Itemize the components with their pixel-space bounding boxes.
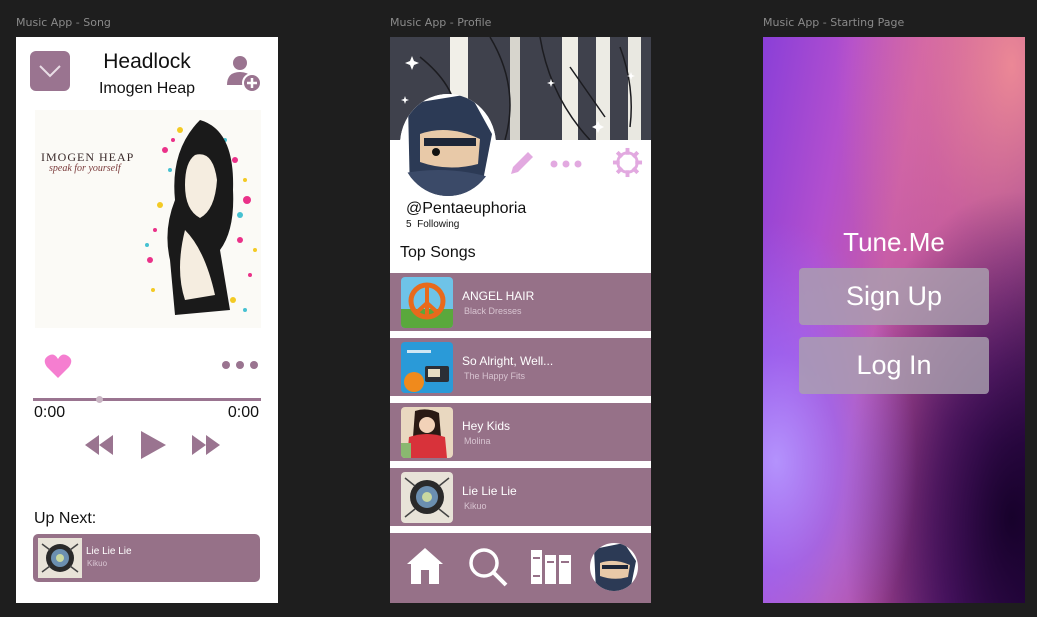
log-in-button[interactable]: Log In: [799, 337, 989, 394]
rewind-icon[interactable]: [84, 434, 114, 456]
settings-gear-icon[interactable]: [612, 147, 643, 178]
album-art: IMOGEN HEAP speak for yourself: [35, 110, 261, 328]
frame-label-start: Music App - Starting Page: [763, 16, 905, 29]
following-number: 5: [406, 219, 412, 230]
up-next-artist: Kikuo: [87, 559, 108, 568]
up-next-label: Up Next:: [34, 510, 97, 527]
up-next-title: Lie Lie Lie: [86, 546, 132, 557]
home-icon[interactable]: [405, 546, 445, 586]
profile-screen: @Pentaeuphoria 5 Following Top Songs ANG…: [390, 37, 651, 603]
song-thumbnail: [401, 277, 453, 328]
frame-label-profile: Music App - Profile: [390, 16, 492, 29]
album-text-2: speak for yourself: [49, 163, 121, 174]
song-artist: Black Dresses: [464, 306, 522, 316]
song-thumbnail: [401, 342, 453, 393]
search-icon[interactable]: [467, 546, 509, 588]
more-icon[interactable]: [221, 359, 259, 371]
top-song-row[interactable]: ANGEL HAIR Black Dresses: [390, 273, 651, 331]
song-title: So Alright, Well...: [462, 354, 554, 368]
time-elapsed: 0:00: [34, 404, 66, 421]
heart-icon[interactable]: [44, 353, 72, 379]
song-thumbnail: [401, 407, 453, 458]
up-next-card[interactable]: Lie Lie Lie Kikuo: [33, 534, 260, 582]
add-user-icon: [227, 56, 262, 93]
library-icon[interactable]: [530, 549, 572, 585]
song-screen: Headlock Imogen Heap IMOGEN HEAP speak f…: [16, 37, 278, 603]
top-song-row[interactable]: Lie Lie Lie Kikuo: [390, 468, 651, 526]
progress-bar[interactable]: [33, 398, 261, 401]
profile-avatar[interactable]: [590, 543, 638, 591]
frame-label-song: Music App - Song: [16, 16, 111, 29]
following-label: Following: [417, 219, 460, 230]
following-count[interactable]: 5 Following: [406, 219, 459, 230]
song-thumbnail: [401, 472, 453, 523]
play-icon[interactable]: [139, 430, 167, 460]
song-artist: The Happy Fits: [464, 371, 526, 381]
profile-avatar-large[interactable]: [400, 94, 496, 196]
top-song-row[interactable]: So Alright, Well... The Happy Fits: [390, 338, 651, 396]
app-name: Tune.Me: [843, 227, 945, 257]
top-song-row[interactable]: Hey Kids Molina: [390, 403, 651, 461]
add-user-button[interactable]: [224, 53, 264, 93]
up-next-thumbnail: [38, 538, 82, 578]
start-screen: Tune.Me Sign Up Log In: [763, 37, 1025, 603]
profile-username: @Pentaeuphoria: [406, 200, 527, 217]
edit-profile-icon[interactable]: [508, 149, 536, 177]
sign-up-button[interactable]: Sign Up: [799, 268, 989, 325]
bottom-navigation: [390, 533, 651, 603]
profile-more-icon[interactable]: [550, 159, 582, 169]
song-title: ANGEL HAIR: [462, 289, 535, 303]
fast-forward-icon[interactable]: [191, 434, 221, 456]
progress-knob[interactable]: [96, 396, 104, 403]
song-artist: Kikuo: [464, 501, 487, 511]
top-songs-title: Top Songs: [400, 244, 476, 261]
song-artist: Molina: [464, 436, 491, 446]
song-title: Hey Kids: [462, 419, 511, 433]
song-title: Lie Lie Lie: [462, 484, 517, 498]
time-total: 0:00: [227, 404, 259, 421]
